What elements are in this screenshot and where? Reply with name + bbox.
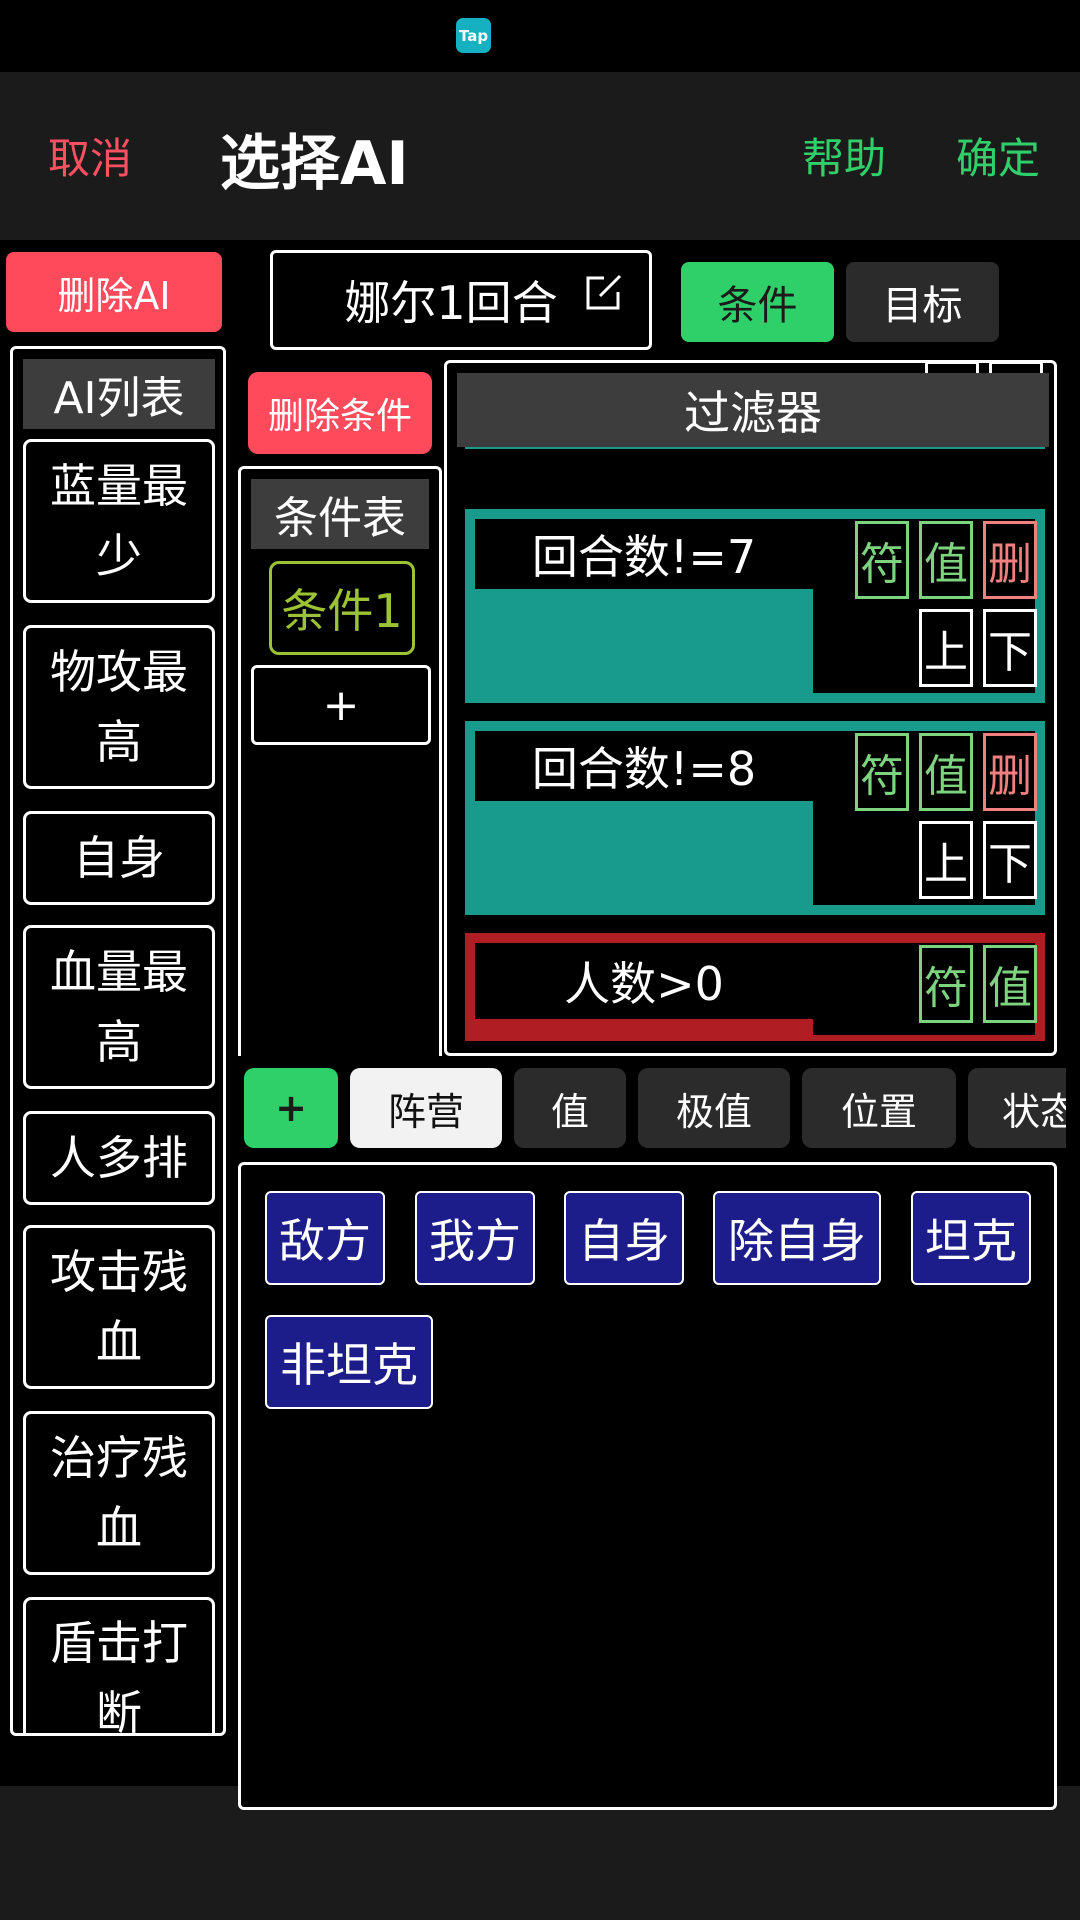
filter-panel: 过滤器 上 下 回合数!=7 符 值 删 上 下 回合数!=8 符 值 删 上 … bbox=[444, 360, 1057, 1056]
condition-table-panel: 条件表 条件1 + bbox=[238, 466, 442, 1056]
option-enemy[interactable]: 敌方 bbox=[265, 1191, 385, 1285]
tab-extreme[interactable]: 极值 bbox=[638, 1068, 790, 1148]
edit-icon[interactable] bbox=[582, 272, 624, 314]
filter-row-active[interactable]: 人数>0 符 值 bbox=[465, 933, 1045, 1041]
ai-list-panel: AI列表 蓝量最少 物攻最高 自身 血量最高 人多排 攻击残血 治疗残血 盾击打… bbox=[10, 346, 226, 1736]
filter-row-label: 回合数!=8 bbox=[531, 742, 757, 796]
option-tank[interactable]: 坦克 bbox=[911, 1191, 1031, 1285]
tab-faction[interactable]: 阵营 bbox=[350, 1068, 502, 1148]
tab-condition[interactable]: 条件 bbox=[681, 262, 834, 342]
operator-button[interactable]: 符 bbox=[855, 521, 909, 599]
filter-row[interactable]: 回合数!=7 符 值 删 上 下 bbox=[465, 509, 1045, 703]
filter-title: 过滤器 bbox=[457, 373, 1049, 447]
move-down-button[interactable]: 下 bbox=[983, 821, 1037, 899]
ai-list-title: AI列表 bbox=[23, 359, 215, 429]
ai-list-item[interactable]: 物攻最高 bbox=[23, 625, 215, 789]
option-except-self[interactable]: 除自身 bbox=[713, 1191, 881, 1285]
add-condition-button[interactable]: + bbox=[251, 665, 431, 745]
add-category-button[interactable]: + bbox=[244, 1068, 338, 1148]
header-bar bbox=[0, 72, 1080, 240]
move-down-button[interactable]: 下 bbox=[983, 609, 1037, 687]
ai-list-item[interactable]: 人多排 bbox=[23, 1111, 215, 1205]
value-button[interactable]: 值 bbox=[919, 521, 973, 599]
operator-button[interactable]: 符 bbox=[855, 733, 909, 811]
filter-row-label: 回合数!=7 bbox=[531, 530, 757, 584]
option-ally[interactable]: 我方 bbox=[415, 1191, 535, 1285]
option-panel: 敌方 我方 自身 除自身 坦克 非坦克 bbox=[238, 1162, 1057, 1810]
ai-name-value: 娜尔1回合 bbox=[344, 276, 558, 330]
operator-button[interactable]: 符 bbox=[919, 945, 973, 1023]
help-button[interactable]: 帮助 bbox=[798, 120, 890, 190]
delete-ai-button[interactable]: 删除AI bbox=[6, 252, 222, 332]
confirm-button[interactable]: 确定 bbox=[948, 120, 1048, 190]
value-button[interactable]: 值 bbox=[919, 733, 973, 811]
option-panel-footer bbox=[238, 1786, 1057, 1810]
tab-value[interactable]: 值 bbox=[514, 1068, 626, 1148]
status-bar bbox=[0, 0, 1080, 72]
filter-row-label: 人数>0 bbox=[564, 957, 724, 1011]
filter-row[interactable]: 回合数!=8 符 值 删 上 下 bbox=[465, 721, 1045, 915]
cancel-button[interactable]: 取消 bbox=[40, 120, 140, 190]
condition-table-title: 条件表 bbox=[251, 479, 429, 549]
option-non-tank[interactable]: 非坦克 bbox=[265, 1315, 433, 1409]
tab-status[interactable]: 状态 bbox=[968, 1068, 1066, 1148]
value-button[interactable]: 值 bbox=[983, 945, 1037, 1023]
delete-row-button[interactable]: 删 bbox=[983, 733, 1037, 811]
tab-position[interactable]: 位置 bbox=[802, 1068, 956, 1148]
condition-item[interactable]: 条件1 bbox=[269, 561, 415, 655]
page-title: 选择AI bbox=[220, 128, 409, 199]
ai-list-item[interactable]: 盾击打断 bbox=[23, 1597, 215, 1733]
ai-list-item[interactable]: 自身 bbox=[23, 811, 215, 905]
delete-condition-button[interactable]: 删除条件 bbox=[248, 372, 432, 454]
option-self[interactable]: 自身 bbox=[564, 1191, 684, 1285]
ai-list-item[interactable]: 蓝量最少 bbox=[23, 439, 215, 603]
delete-row-button[interactable]: 删 bbox=[983, 521, 1037, 599]
tap-app-icon: Tap bbox=[456, 18, 491, 53]
move-up-button[interactable]: 上 bbox=[919, 609, 973, 687]
ai-list-item[interactable]: 攻击残血 bbox=[23, 1225, 215, 1389]
ai-list-item[interactable]: 治疗残血 bbox=[23, 1411, 215, 1575]
move-up-button[interactable]: 上 bbox=[919, 821, 973, 899]
tab-target[interactable]: 目标 bbox=[846, 262, 999, 342]
ai-list-item[interactable]: 血量最高 bbox=[23, 925, 215, 1089]
